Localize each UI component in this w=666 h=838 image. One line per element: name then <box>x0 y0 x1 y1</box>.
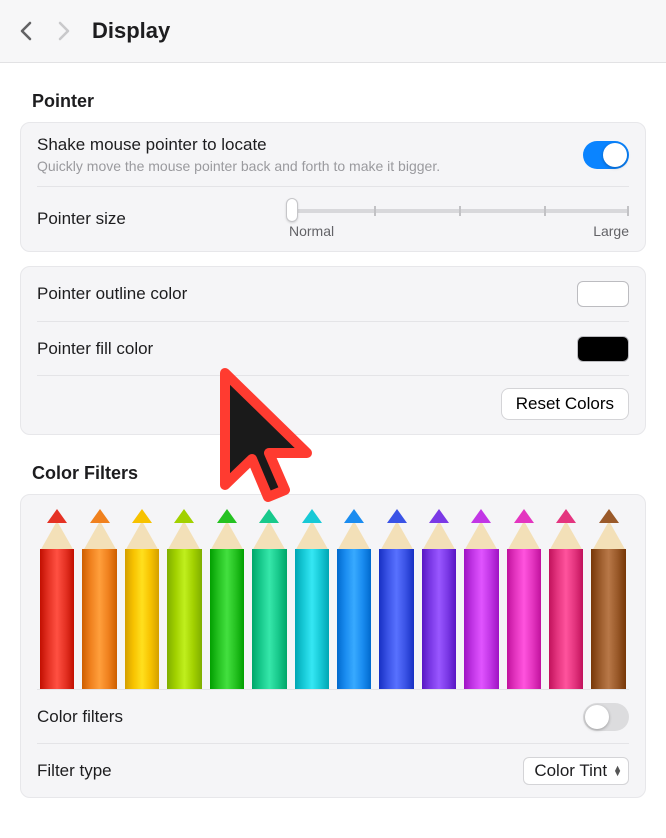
pencil <box>206 509 248 689</box>
header-bar: Display <box>0 0 666 63</box>
pencil-preview <box>36 509 630 689</box>
pencil <box>460 509 502 689</box>
pointer-size-slider[interactable] <box>289 201 629 219</box>
pencil <box>418 509 460 689</box>
pointer-size-label: Pointer size <box>37 209 126 229</box>
size-max-label: Large <box>593 223 629 239</box>
pencil <box>587 509 629 689</box>
color-filters-card: Color filters Filter type Color Tint ▲▼ <box>20 494 646 798</box>
pencil <box>78 509 120 689</box>
pencil <box>333 509 375 689</box>
filter-type-label: Filter type <box>37 761 112 781</box>
page-title: Display <box>92 18 170 44</box>
pencil <box>121 509 163 689</box>
pointer-color-card: Pointer outline color Pointer fill color… <box>20 266 646 435</box>
back-button[interactable] <box>12 17 40 45</box>
pencil <box>545 509 587 689</box>
pencil <box>291 509 333 689</box>
filter-type-value: Color Tint <box>534 761 607 781</box>
pencil <box>248 509 290 689</box>
outline-color-swatch[interactable] <box>577 281 629 307</box>
shake-sub: Quickly move the mouse pointer back and … <box>37 158 440 174</box>
color-filters-toggle[interactable] <box>583 703 629 731</box>
pencil <box>36 509 78 689</box>
chevron-up-down-icon: ▲▼ <box>613 766 622 776</box>
shake-label: Shake mouse pointer to locate <box>37 135 440 155</box>
pencil <box>503 509 545 689</box>
pointer-heading: Pointer <box>32 91 646 112</box>
size-min-label: Normal <box>289 223 334 239</box>
fill-color-swatch[interactable] <box>577 336 629 362</box>
reset-colors-button[interactable]: Reset Colors <box>501 388 629 420</box>
forward-button[interactable] <box>50 17 78 45</box>
filter-type-select[interactable]: Color Tint ▲▼ <box>523 757 629 785</box>
pencil <box>163 509 205 689</box>
outline-color-label: Pointer outline color <box>37 284 187 304</box>
color-filters-label: Color filters <box>37 707 123 727</box>
fill-color-label: Pointer fill color <box>37 339 153 359</box>
color-filters-heading: Color Filters <box>32 463 646 484</box>
pencil <box>375 509 417 689</box>
pointer-card: Shake mouse pointer to locate Quickly mo… <box>20 122 646 252</box>
shake-toggle[interactable] <box>583 141 629 169</box>
